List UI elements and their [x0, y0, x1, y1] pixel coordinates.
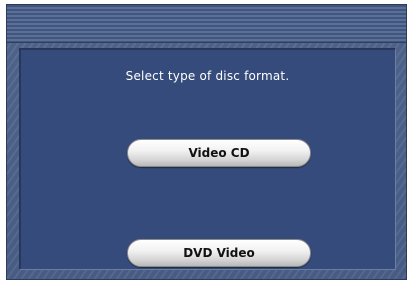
dvd-video-button[interactable]: DVD Video — [127, 239, 311, 267]
content-panel: Select type of disc format. Video CD DVD… — [19, 48, 396, 270]
dvd-video-button-label: DVD Video — [183, 246, 255, 260]
video-cd-button[interactable]: Video CD — [127, 139, 311, 167]
disc-format-prompt: Select type of disc format. — [125, 69, 290, 83]
disc-format-dialog: Select type of disc format. Video CD DVD… — [6, 4, 407, 280]
video-cd-button-label: Video CD — [188, 146, 250, 160]
dialog-header-bar — [7, 5, 406, 43]
